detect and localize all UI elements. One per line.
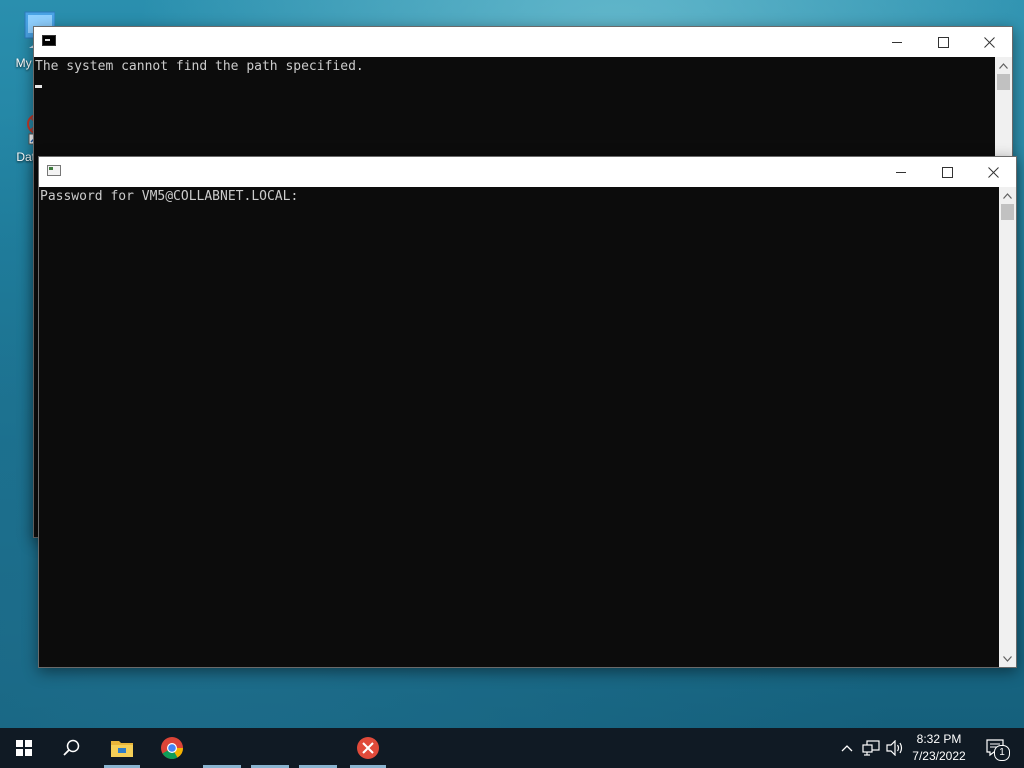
taskbar: 8:32 PM 7/23/2022 1	[0, 728, 1024, 768]
clock[interactable]: 8:32 PM 7/23/2022	[908, 728, 970, 768]
close-icon	[987, 166, 999, 178]
vertical-scrollbar[interactable]	[999, 187, 1016, 667]
search-button[interactable]	[48, 728, 96, 768]
taskbar-error-app[interactable]	[344, 728, 392, 768]
title-bar[interactable]	[39, 157, 1016, 187]
minimize-button[interactable]	[878, 157, 924, 187]
error-app-icon	[357, 737, 379, 759]
clock-date: 7/23/2022	[912, 749, 966, 763]
close-button[interactable]	[966, 27, 1012, 57]
network-icon	[862, 740, 880, 756]
search-icon	[63, 739, 80, 756]
console-app-icon	[47, 165, 61, 176]
close-icon	[983, 36, 995, 48]
scroll-down-button[interactable]	[999, 650, 1016, 667]
scroll-thumb[interactable]	[997, 74, 1010, 90]
start-button[interactable]	[0, 728, 48, 768]
scroll-up-button[interactable]	[999, 187, 1016, 204]
chevron-up-icon	[999, 62, 1008, 69]
action-center-button[interactable]: 1	[976, 728, 1016, 768]
maximize-button[interactable]	[924, 157, 970, 187]
speaker-icon	[886, 740, 903, 756]
scroll-up-button[interactable]	[995, 57, 1012, 74]
password-prompt: Password for VM5@COLLABNET.LOCAL:	[40, 189, 299, 204]
scroll-thumb[interactable]	[1001, 204, 1014, 220]
console-output[interactable]: Password for VM5@COLLABNET.LOCAL:	[39, 187, 999, 667]
chevron-up-icon	[841, 745, 853, 752]
cmd-icon	[42, 35, 56, 46]
close-button[interactable]	[970, 157, 1016, 187]
desktop: My Co DataV The system cannot find	[0, 0, 1024, 728]
chrome-icon	[161, 737, 183, 759]
taskbar-file-explorer[interactable]	[98, 728, 146, 768]
console-window[interactable]: Password for VM5@COLLABNET.LOCAL:	[38, 156, 1017, 668]
text-cursor	[35, 85, 42, 88]
notification-badge: 1	[994, 745, 1010, 761]
maximize-button[interactable]	[920, 27, 966, 57]
show-hidden-icons-button[interactable]	[836, 728, 858, 768]
volume-button[interactable]	[884, 728, 906, 768]
minimize-button[interactable]	[874, 27, 920, 57]
clock-time: 8:32 PM	[916, 732, 962, 746]
network-button[interactable]	[860, 728, 882, 768]
title-bar[interactable]	[34, 27, 1012, 57]
console-line: The system cannot find the path specifie…	[35, 59, 364, 74]
chevron-up-icon	[1003, 192, 1012, 199]
taskbar-chrome[interactable]	[148, 728, 196, 768]
start-icon	[16, 740, 32, 756]
chevron-down-icon	[1003, 655, 1012, 662]
file-explorer-icon	[111, 741, 133, 757]
